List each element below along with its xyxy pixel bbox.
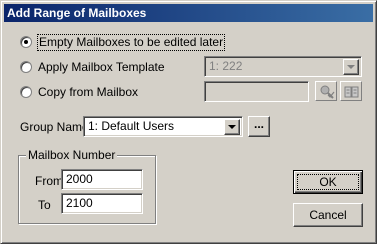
from-label: From: [35, 174, 63, 188]
copy-from-field[interactable]: [204, 81, 309, 102]
group-name-combo[interactable]: 1: Default Users: [83, 116, 243, 137]
find-mailbox-button[interactable]: [315, 81, 337, 101]
to-input[interactable]: 2100: [61, 193, 143, 214]
from-input[interactable]: 2000: [61, 169, 143, 190]
radio-template-indicator[interactable]: [20, 61, 32, 73]
group-browse-button[interactable]: ...: [248, 116, 270, 137]
address-book-icon: [344, 86, 359, 98]
window-title: Add Range of Mailboxes: [7, 6, 147, 20]
radio-copy-label[interactable]: Copy from Mailbox: [38, 85, 138, 100]
ok-focus-rect: [297, 174, 359, 190]
template-combo-value: 1: 222: [209, 59, 243, 73]
group-name-value: 1: Default Users: [88, 119, 175, 133]
group-name-dropdown[interactable]: [224, 119, 240, 135]
radio-copy-indicator[interactable]: [20, 86, 32, 98]
radio-template-label[interactable]: Apply Mailbox Template: [38, 60, 165, 75]
chevron-down-icon: [228, 125, 236, 129]
title-bar[interactable]: Add Range of Mailboxes: [4, 4, 373, 22]
to-value: 2100: [66, 196, 93, 210]
radio-empty-mailboxes[interactable]: Empty Mailboxes to be edited later: [20, 34, 226, 51]
mailbox-number-caption: Mailbox Number: [26, 148, 118, 162]
from-value: 2000: [66, 172, 93, 186]
address-book-button[interactable]: [340, 81, 362, 101]
dialog-window: Add Range of Mailboxes Empty Mailboxes t…: [0, 0, 377, 244]
radio-copy-from-mailbox[interactable]: Copy from Mailbox: [20, 85, 140, 101]
template-combo-dropdown[interactable]: [343, 59, 359, 75]
ok-button[interactable]: OK: [293, 170, 363, 194]
chevron-down-icon: [347, 65, 355, 69]
cancel-button-label: Cancel: [309, 208, 347, 222]
cancel-button[interactable]: Cancel: [293, 203, 363, 227]
group-name-label: Group Name: [20, 120, 89, 134]
radio-empty-indicator[interactable]: [20, 36, 32, 48]
radio-empty-label[interactable]: Empty Mailboxes to be edited later: [36, 34, 226, 51]
group-browse-label: ...: [253, 117, 264, 131]
radio-apply-template[interactable]: Apply Mailbox Template: [20, 60, 165, 76]
find-mailbox-icon: [320, 85, 335, 99]
template-combo[interactable]: 1: 222: [204, 56, 362, 77]
to-label: To: [38, 198, 51, 212]
